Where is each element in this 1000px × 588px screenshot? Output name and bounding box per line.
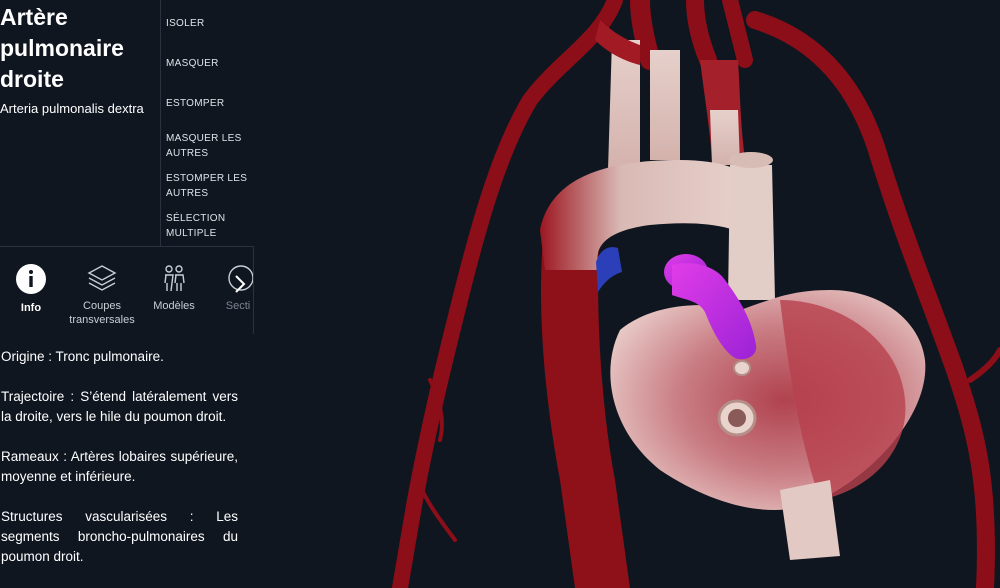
tab-sections-label: Secti (225, 300, 251, 312)
description-course: Trajectoire : S’étend latéralement vers … (1, 389, 238, 424)
people-icon (164, 265, 185, 292)
description-branches: Rameaux : Artères lobaires supérieure, m… (1, 449, 238, 484)
tab-cross-sections[interactable]: Coupes transversales (62, 263, 142, 327)
tab-info-label: Info (20, 302, 42, 314)
tab-cross-sections-label: Coupes transversales (69, 300, 135, 326)
structure-latin-name: Arteria pulmonalis dextra (0, 101, 144, 116)
fade-others-button[interactable]: ESTOMPER LES AUTRES (166, 171, 254, 201)
tab-models-label: Modèles (153, 300, 195, 312)
structure-header: Artère pulmonaire droite Arteria pulmona… (0, 0, 158, 118)
fade-button[interactable]: ESTOMPER (166, 96, 254, 111)
description-origin: Origine : Tronc pulmonaire. (1, 349, 164, 364)
superior-vena-cava (728, 165, 775, 300)
description-supplied-structures: Structures vascularisées : Les segments … (1, 509, 238, 564)
action-menu: ISOLER MASQUER ESTOMPER MASQUER LES AUTR… (160, 0, 254, 246)
structure-description: Origine : Tronc pulmonaire. Trajectoire … (1, 347, 238, 587)
structure-title: Artère pulmonaire droite (0, 4, 124, 92)
multi-select-button[interactable]: SÉLECTION MULTIPLE (166, 211, 254, 241)
tabs-scroll-right[interactable] (228, 269, 252, 299)
tab-info[interactable]: Info (10, 263, 52, 315)
great-vessels (595, 20, 745, 170)
hide-others-button[interactable]: MASQUER LES AUTRES (166, 131, 254, 161)
isolate-button[interactable]: ISOLER (166, 16, 254, 31)
chevron-right-icon (235, 275, 246, 293)
info-tabs: Info Coupes transversales Modèles Secti (0, 246, 254, 334)
pulmonary-vein (596, 247, 622, 292)
info-icon (16, 264, 46, 294)
layers-icon (87, 265, 117, 291)
tab-models[interactable]: Modèles (148, 263, 200, 313)
hide-button[interactable]: MASQUER (166, 56, 254, 71)
